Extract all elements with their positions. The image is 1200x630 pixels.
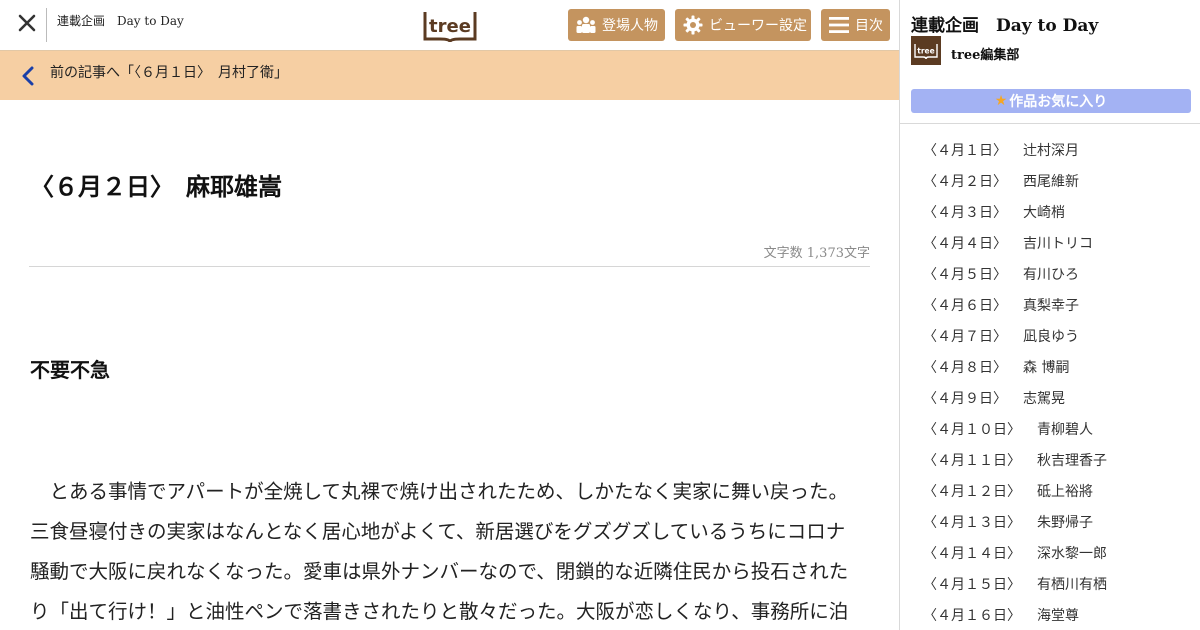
toc-item[interactable]: 〈４月１６日〉 海堂尊 [900,602,1200,630]
toc-item[interactable]: 〈４月５日〉 有川ひろ [900,261,1200,292]
toc-item-author: 有栖川有栖 [1037,577,1107,593]
author-avatar: tree [911,36,941,65]
close-button[interactable] [10,10,44,40]
avatar-logo-text: tree [917,46,934,55]
logo-text: tree [429,16,471,37]
section-heading: 不要不急 [30,358,110,382]
toc-item-date: 〈４月１３日〉 [923,515,1021,531]
toc-item[interactable]: 〈４月２日〉 西尾維新 [900,168,1200,199]
toc-item-author: 真梨幸子 [1023,298,1079,314]
previous-article-link[interactable]: 前の記事へ「〈６月１日〉 月村了衛」 [0,51,900,100]
toc-item-date: 〈４月１日〉 [923,143,1007,159]
toc-item[interactable]: 〈４月１３日〉 朱野帰子 [900,509,1200,540]
body-line: とある事情でアパートが全焼して丸裸で焼け出されたため、しかたなく実家に舞い戻った… [30,480,849,503]
toc-item-date: 〈４月１６日〉 [923,608,1021,624]
body-line: 騒動で大阪に戻れなくなった。愛車は県外ナンバーなので、閉鎖的な近隣住民から投石さ… [30,560,849,583]
reader-main: 連載企画 Day to Day tree 登場人物 ビューワー設定 目次 前の記… [0,0,900,630]
article-title: 〈６月２日〉 麻耶雄嵩 [30,173,282,201]
toc-item-author: 砥上裕將 [1037,484,1093,500]
sidebar-author[interactable]: tree編集部 [951,44,1019,63]
toc-item-date: 〈４月５日〉 [923,267,1007,283]
chevron-left-icon [18,64,38,88]
favorite-button[interactable]: ★ 作品お気に入り [911,89,1191,113]
toc-item-date: 〈４月４日〉 [923,236,1007,252]
characters-button[interactable]: 登場人物 [568,9,665,41]
toc-item-date: 〈４月３日〉 [923,205,1007,221]
character-count: 文字数 1,373文字 [763,246,870,261]
toc-item[interactable]: 〈４月１０日〉 青柳碧人 [900,416,1200,447]
toc-item[interactable]: 〈４月１２日〉 砥上裕將 [900,478,1200,509]
close-icon [18,14,36,36]
toc-item-author: 朱野帰子 [1037,515,1093,531]
toc-item-author: 吉川トリコ [1023,236,1093,252]
viewer-settings-button[interactable]: ビューワー設定 [675,9,811,41]
favorite-label: 作品お気に入り [1009,94,1108,110]
toc-item-date: 〈４月１０日〉 [923,422,1021,438]
toc-item-author: 森 博嗣 [1023,360,1070,376]
toc-item-author: 深水黎一郎 [1037,546,1107,562]
toc-item[interactable]: 〈４月１１日〉 秋吉理香子 [900,447,1200,478]
body-line: り「出て行け！」と油性ペンで落書きされたりと散々だった。大阪が恋しくなり、事務所… [30,600,849,623]
sidebar-divider [900,123,1200,124]
gear-icon [683,15,703,35]
toc-item-author: 凪良ゆう [1023,329,1079,345]
toc-item-author: 有川ひろ [1023,267,1079,283]
toc-item-date: 〈４月１４日〉 [923,546,1021,562]
toc-button[interactable]: 目次 [821,9,890,41]
toc-item-date: 〈４月１２日〉 [923,484,1021,500]
body-line: 三食昼寝付きの実家はなんとなく居心地がよくて、新居選びをグズグズしているうちにコ… [30,520,846,543]
viewer-settings-label: ビューワー設定 [709,18,807,34]
toc-item[interactable]: 〈４月１５日〉 有栖川有栖 [900,571,1200,602]
toc-item[interactable]: 〈４月７日〉 凪良ゆう [900,323,1200,354]
toc-item-date: 〈４月７日〉 [923,329,1007,345]
toc-item-date: 〈４月２日〉 [923,174,1007,190]
previous-article-label: 前の記事へ「〈６月１日〉 月村了衛」 [50,65,288,81]
toc-item-author: 青柳碧人 [1037,422,1093,438]
characters-label: 登場人物 [602,18,658,34]
toc-item-author: 海堂尊 [1037,608,1079,624]
series-sidebar: 連載企画 Day to Day tree tree編集部 ★ 作品お気に入り 〈… [899,0,1200,630]
toc-item-author: 志駕晃 [1023,391,1065,407]
toolbar-divider [46,8,47,42]
toc-item-author: 大崎梢 [1023,205,1065,221]
series-title: 連載企画 Day to Day [57,14,184,28]
toc-item-author: 辻村深月 [1023,143,1079,159]
sidebar-series-title: 連載企画 Day to Day [911,16,1099,36]
toc-list: 〈４月１日〉 辻村深月 〈４月２日〉 西尾維新 〈４月３日〉 大崎梢 〈４月４日〉 吉川… [900,137,1200,630]
toc-item[interactable]: 〈４月３日〉 大崎梢 [900,199,1200,230]
toc-item[interactable]: 〈４月８日〉森 博嗣 [900,354,1200,385]
toc-item[interactable]: 〈４月９日〉 志駕晃 [900,385,1200,416]
toc-item-date: 〈４月１１日〉 [923,453,1021,469]
title-divider [29,266,870,267]
toc-item-author: 西尾維新 [1023,174,1079,190]
toc-item[interactable]: 〈４月１４日〉 深水黎一郎 [900,540,1200,571]
people-icon [576,16,596,34]
tree-logo[interactable]: tree [421,9,479,43]
toc-item-date: 〈４月１５日〉 [923,577,1021,593]
toc-item-author: 秋吉理香子 [1037,453,1107,469]
star-icon: ★ [994,93,1008,109]
toc-item-date: 〈４月６日〉 [923,298,1007,314]
toc-item[interactable]: 〈４月６日〉 真梨幸子 [900,292,1200,323]
menu-icon [829,17,849,33]
toc-item-date: 〈４月８日〉 [923,360,1007,376]
toc-item-date: 〈４月９日〉 [923,391,1007,407]
toc-item[interactable]: 〈４月４日〉 吉川トリコ [900,230,1200,261]
toc-label: 目次 [855,18,883,34]
top-toolbar: 連載企画 Day to Day tree 登場人物 ビューワー設定 目次 [0,0,900,51]
toc-item[interactable]: 〈４月１日〉 辻村深月 [900,137,1200,168]
